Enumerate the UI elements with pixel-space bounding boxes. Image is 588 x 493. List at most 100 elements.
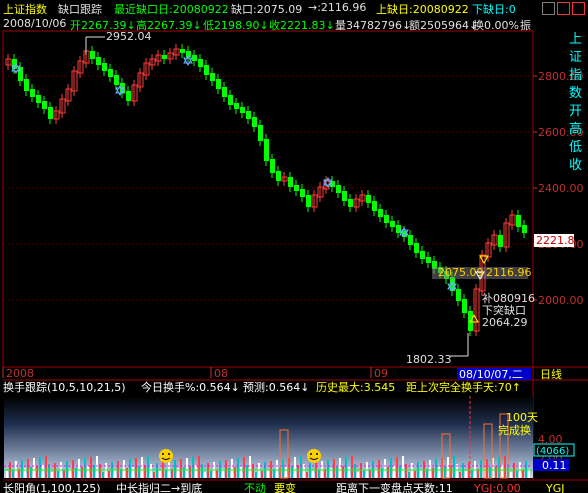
time-tick-label: 09 <box>374 367 388 380</box>
turnover-bar <box>249 456 251 478</box>
turnover-bar <box>297 465 299 478</box>
candle-body <box>36 95 41 103</box>
turnover-bar <box>354 464 356 478</box>
candle-body <box>258 125 263 141</box>
turnover-bar <box>363 471 365 478</box>
turnover-bar <box>36 466 38 478</box>
turnover-bar <box>72 460 74 478</box>
turnover-bar <box>183 467 185 478</box>
candle-body <box>300 189 305 197</box>
candle-body <box>408 235 413 245</box>
turnover-bar <box>384 459 386 478</box>
bottom-indicator-5: 距离下一变盘点天数:11 <box>336 481 453 493</box>
turnover-bar <box>216 470 218 478</box>
turnover-bar <box>39 457 41 478</box>
turnover-bar <box>285 467 287 478</box>
turnover-bar <box>435 459 437 478</box>
turnover-bar <box>420 470 422 478</box>
turnover-bar <box>195 465 197 478</box>
turnover-bar <box>399 465 401 478</box>
period-button[interactable]: 日线 <box>540 367 562 381</box>
turnover-bar <box>282 459 284 478</box>
turnover-bar <box>276 460 278 478</box>
candle-body <box>30 89 35 97</box>
turnover-bar <box>147 456 149 478</box>
candle-body <box>348 199 353 207</box>
turnover-bar <box>231 459 233 478</box>
current-turnover-label: 0.11 <box>542 459 567 472</box>
smiley-icon <box>159 449 173 463</box>
side-label: 上 <box>568 32 582 47</box>
candle-body <box>498 235 503 247</box>
candle-body <box>216 79 221 89</box>
candle-body <box>48 107 53 119</box>
turnover-bar <box>96 456 98 478</box>
turnover-bar <box>291 466 293 478</box>
turnover-bar <box>480 460 482 478</box>
candle-body <box>108 69 113 77</box>
turnover-bar <box>63 470 65 478</box>
turnover-bar <box>486 459 488 478</box>
turnover-bar <box>471 470 473 478</box>
turnover-bar <box>336 467 338 478</box>
time-cursor-label: 08/10/07,二 <box>459 368 523 381</box>
bottom-indicator-1[interactable]: 长阳角(1,100,125) <box>3 482 101 493</box>
side-label: 高 <box>568 122 582 137</box>
turnover-bar <box>159 471 161 478</box>
turnover-bar <box>42 465 44 478</box>
turnover-bar <box>6 471 8 478</box>
days-100-label: 100天 <box>506 411 538 424</box>
bottom-indicator-4: 要变 <box>274 481 296 493</box>
lower-panel-title[interactable]: 换手跟踪(10,5,10,21,5) <box>3 380 126 394</box>
turnover-bar <box>357 472 359 478</box>
candle-body <box>378 209 383 217</box>
turnover-bar <box>522 470 524 478</box>
turnover-bar <box>504 456 506 478</box>
stock-chart[interactable]: 2800.00 2600.00 2400.00 2200.00 2000.00 … <box>0 0 588 493</box>
turnover-bar <box>408 472 410 478</box>
candle-body <box>96 57 101 65</box>
turnover-bar <box>318 470 320 478</box>
turnover-bar <box>465 471 467 478</box>
low-label: 1802.33 <box>406 353 452 366</box>
candle-body <box>294 185 299 191</box>
high-label: 2952.04 <box>106 30 152 43</box>
side-label: 指 <box>568 68 582 83</box>
candle-body <box>396 225 401 233</box>
turnover-bar <box>300 456 302 478</box>
side-label: 证 <box>568 50 582 65</box>
candle-body <box>240 107 245 113</box>
days-badge-label: (4066) <box>536 446 569 457</box>
bottom-indicator-3: 不动 <box>244 482 266 493</box>
side-info-panel[interactable]: 上 证 指 数 开 高 低 收 <box>563 31 588 371</box>
turnover-bar <box>129 459 131 478</box>
turnover-bar <box>186 458 188 478</box>
candle-body <box>522 225 527 233</box>
turnover-bar <box>102 472 104 478</box>
turnover-bar <box>510 472 512 478</box>
candle-body <box>114 75 119 85</box>
turnover-bar <box>396 457 398 478</box>
turnover-bar <box>87 466 89 478</box>
bottom-indicator-6: YGJ:0.00 <box>473 482 521 493</box>
turnover-bar <box>378 460 380 478</box>
turnover-bar <box>150 464 152 478</box>
turnover-bar <box>108 471 110 478</box>
turnover-bar <box>267 470 269 478</box>
candle-body <box>456 289 461 301</box>
turnover-bar <box>225 460 227 478</box>
candle-body <box>462 299 467 313</box>
turnover-bar <box>489 467 491 478</box>
turnover-bar <box>81 467 83 478</box>
turnover-bar <box>261 471 263 478</box>
turnover-bar <box>255 472 257 478</box>
turnover-bar <box>327 460 329 478</box>
turnover-bar <box>333 459 335 478</box>
candle-body <box>180 49 185 53</box>
turnover-bar <box>57 471 59 478</box>
turnover-bar <box>132 467 134 478</box>
turnover-bar <box>27 459 29 478</box>
turnover-bar <box>501 465 503 478</box>
history-max: 历史最大:3.545 <box>316 380 395 394</box>
candle-body <box>336 185 341 193</box>
